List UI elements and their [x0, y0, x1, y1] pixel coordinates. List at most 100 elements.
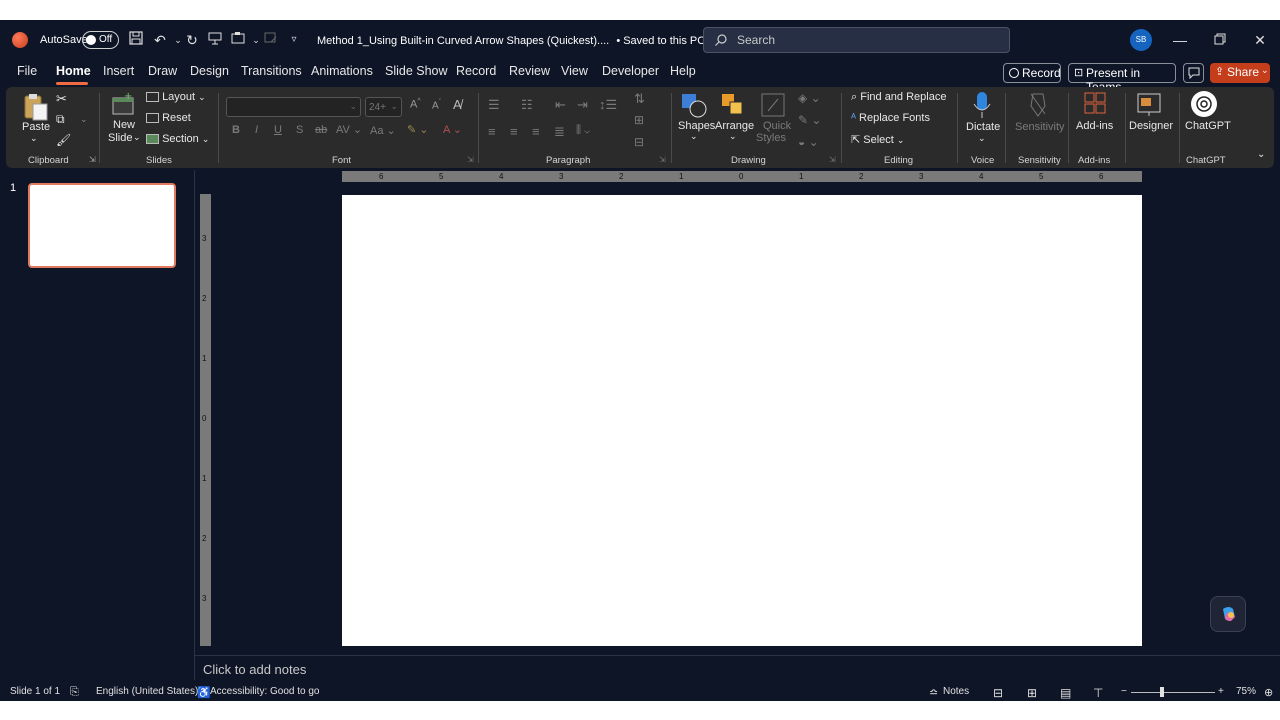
- tab-help[interactable]: Help: [670, 64, 696, 78]
- notes-toggle[interactable]: Notes: [943, 686, 969, 697]
- tab-file[interactable]: File: [17, 64, 37, 78]
- slide-thumbnail[interactable]: [28, 183, 176, 268]
- tab-view[interactable]: View: [561, 64, 588, 78]
- zoom-slider[interactable]: [1131, 692, 1215, 693]
- align-right-icon[interactable]: ≡: [532, 124, 540, 139]
- undo-icon[interactable]: ↶: [150, 30, 170, 50]
- save-icon[interactable]: [126, 30, 146, 50]
- new-slide-icon[interactable]: +: [110, 91, 136, 118]
- columns-icon[interactable]: ⫼ ⌄: [576, 124, 590, 137]
- customize-qat-icon[interactable]: ▿: [284, 30, 304, 50]
- sensitivity-label[interactable]: Sensitivity: [1015, 121, 1065, 133]
- add-ins-icon[interactable]: [1083, 91, 1107, 117]
- numbering-icon[interactable]: ☷: [521, 97, 533, 113]
- cut-icon[interactable]: ✂: [56, 91, 67, 107]
- new-slide-label-2[interactable]: Slide: [108, 132, 132, 144]
- dialog-launcher-icon[interactable]: ⇲: [829, 155, 836, 164]
- record-button[interactable]: Record: [1003, 63, 1061, 83]
- shape-fill-icon[interactable]: ◈ ⌄: [798, 91, 821, 105]
- chevron-down-icon[interactable]: ⌄: [729, 131, 737, 142]
- tab-animations[interactable]: Animations: [311, 64, 373, 78]
- restore-icon[interactable]: [1210, 30, 1230, 50]
- microphone-icon[interactable]: [972, 90, 992, 120]
- bold-button[interactable]: B: [232, 124, 240, 136]
- increase-font-size-icon[interactable]: A^: [410, 98, 421, 111]
- present-in-teams-button[interactable]: ⊡ Present in Teams: [1068, 63, 1176, 94]
- layout-button[interactable]: Layout ⌄: [146, 91, 206, 103]
- change-case-icon[interactable]: Aa ⌄: [370, 124, 396, 137]
- dialog-launcher-icon[interactable]: ⇲: [659, 155, 666, 164]
- chatgpt-label[interactable]: ChatGPT: [1185, 120, 1231, 132]
- decrease-indent-icon[interactable]: ⇤: [555, 97, 566, 113]
- tab-insert[interactable]: Insert: [103, 64, 134, 78]
- clear-formatting-icon[interactable]: A̸: [453, 97, 462, 112]
- reading-view-icon[interactable]: ▤: [1060, 686, 1071, 700]
- accessibility-status[interactable]: Accessibility: Good to go: [210, 686, 320, 697]
- align-left-icon[interactable]: ≡: [488, 124, 496, 139]
- dialog-launcher-icon[interactable]: ⇲: [467, 155, 474, 164]
- tab-home[interactable]: Home: [56, 64, 91, 78]
- tab-transitions[interactable]: Transitions: [241, 64, 302, 78]
- align-text-icon[interactable]: ⊞: [634, 113, 644, 127]
- shadow-button[interactable]: S: [296, 124, 303, 136]
- zoom-level[interactable]: 75%: [1236, 686, 1256, 697]
- select-button[interactable]: ⇱ Select ⌄: [851, 133, 904, 146]
- chevron-down-icon[interactable]: ⌄: [80, 114, 88, 125]
- designer-label[interactable]: Designer: [1129, 120, 1173, 132]
- tab-design[interactable]: Design: [190, 64, 229, 78]
- italic-button[interactable]: I: [255, 124, 258, 136]
- shapes-icon[interactable]: [680, 91, 708, 119]
- font-color-icon[interactable]: A ⌄: [443, 123, 462, 136]
- tab-review[interactable]: Review: [509, 64, 550, 78]
- dialog-launcher-icon[interactable]: ⇲: [89, 155, 96, 164]
- arrange-icon[interactable]: [720, 91, 746, 119]
- quick-styles-icon[interactable]: [760, 91, 786, 119]
- accessibility-icon[interactable]: ♿: [197, 686, 211, 699]
- add-ins-label[interactable]: Add-ins: [1076, 120, 1113, 132]
- highlight-icon[interactable]: ✎ ⌄: [407, 123, 429, 136]
- quick-styles-label-1[interactable]: Quick: [763, 120, 791, 132]
- quick-styles-label-2[interactable]: Styles: [756, 132, 786, 144]
- line-spacing-icon[interactable]: ↕☰: [599, 97, 617, 113]
- redo-icon[interactable]: ↻: [182, 30, 202, 50]
- share-button[interactable]: ⇪ Share ⌄: [1210, 63, 1270, 83]
- new-slide-label-1[interactable]: New: [113, 119, 135, 131]
- fit-to-window-icon[interactable]: ⊕: [1264, 686, 1273, 699]
- tab-slide-show[interactable]: Slide Show: [385, 64, 448, 78]
- underline-button[interactable]: U: [274, 124, 282, 136]
- tab-draw[interactable]: Draw: [148, 64, 177, 78]
- paste-icon[interactable]: [21, 92, 51, 122]
- spell-check-icon[interactable]: ⎘: [70, 686, 79, 699]
- increase-indent-icon[interactable]: ⇥: [577, 97, 588, 113]
- paste-button[interactable]: Paste: [22, 121, 50, 133]
- chevron-down-icon[interactable]: ⌄: [978, 133, 986, 144]
- search-box[interactable]: Search: [703, 27, 1010, 53]
- chevron-down-icon[interactable]: ⌄: [690, 131, 698, 142]
- tab-record[interactable]: Record: [456, 64, 496, 78]
- present-from-start-icon[interactable]: [205, 30, 225, 50]
- reset-button[interactable]: Reset: [146, 112, 191, 124]
- minimize-icon[interactable]: —: [1170, 30, 1190, 50]
- shape-effects-icon[interactable]: ◒ ⌄: [798, 135, 819, 149]
- zoom-in-icon[interactable]: +: [1218, 686, 1224, 697]
- font-size-input[interactable]: 24+ ⌄: [365, 97, 402, 117]
- panel-divider[interactable]: [194, 170, 195, 680]
- language-status[interactable]: English (United States): [96, 686, 198, 697]
- strikethrough-icon[interactable]: ab: [315, 124, 327, 136]
- zoom-slider-handle[interactable]: [1160, 687, 1164, 697]
- designer-icon[interactable]: [1136, 91, 1162, 117]
- document-title[interactable]: Method 1_Using Built-in Curved Arrow Sha…: [317, 34, 721, 47]
- section-button[interactable]: Section ⌄: [146, 133, 209, 145]
- comments-button[interactable]: [1183, 63, 1204, 83]
- notes-pane[interactable]: Click to add notes: [195, 655, 1280, 683]
- collapse-ribbon-icon[interactable]: ⌄: [1257, 149, 1265, 160]
- format-painter-icon[interactable]: 🖌: [56, 133, 71, 147]
- font-name-input[interactable]: ⌄: [226, 97, 361, 117]
- find-and-replace-button[interactable]: ⌕ Find and Replace: [851, 91, 946, 104]
- shape-outline-icon[interactable]: ✎ ⌄: [798, 113, 821, 127]
- smartart-icon[interactable]: ⊟: [634, 135, 644, 149]
- sensitivity-icon[interactable]: [1027, 90, 1049, 118]
- dictate-label[interactable]: Dictate: [966, 121, 1000, 133]
- copy-icon[interactable]: ⧉: [56, 112, 65, 127]
- character-spacing-icon[interactable]: AV ⌄: [336, 123, 362, 136]
